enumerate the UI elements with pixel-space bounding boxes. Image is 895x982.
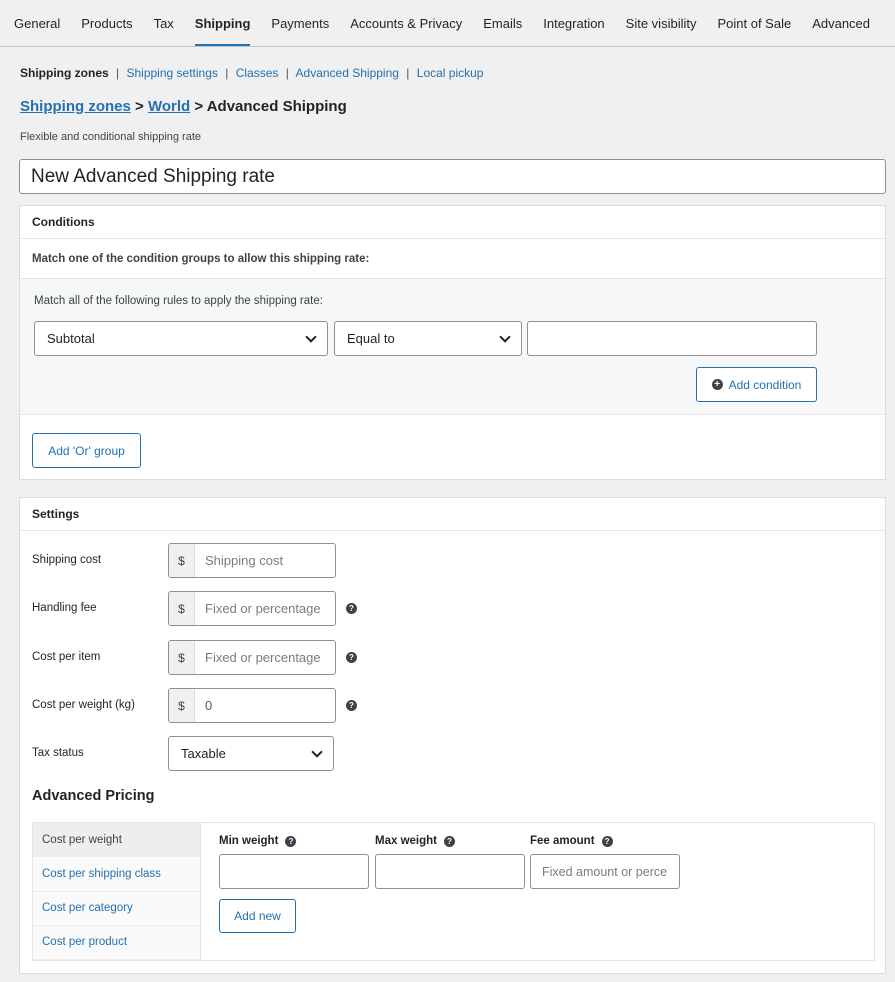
fee-amount-label: Fee amount bbox=[530, 835, 595, 847]
tab-accounts-privacy[interactable]: Accounts & Privacy bbox=[350, 0, 462, 46]
conditions-heading: Conditions bbox=[20, 206, 885, 239]
handling-fee-input[interactable]: $ Fixed or percentage bbox=[168, 591, 336, 626]
tab-cost-per-shipping-class[interactable]: Cost per shipping class bbox=[33, 857, 200, 892]
tab-site-visibility[interactable]: Site visibility bbox=[626, 0, 697, 46]
currency-prefix: $ bbox=[169, 641, 195, 674]
cost-per-item-input[interactable]: $ Fixed or percentage bbox=[168, 640, 336, 675]
tab-emails[interactable]: Emails bbox=[483, 0, 522, 46]
min-weight-label: Min weight bbox=[219, 835, 279, 847]
min-weight-header: Min weight ? bbox=[219, 835, 297, 847]
tab-integration[interactable]: Integration bbox=[543, 0, 604, 46]
rate-title-input[interactable] bbox=[19, 159, 886, 194]
add-condition-label: Add condition bbox=[728, 377, 802, 392]
add-new-button[interactable]: Add new bbox=[219, 899, 296, 933]
condition-value-input[interactable] bbox=[527, 321, 817, 356]
settings-panel: Settings Shipping cost $ Shipping cost H… bbox=[19, 497, 886, 974]
breadcrumb-shipping-zones[interactable]: Shipping zones bbox=[20, 98, 131, 115]
condition-group-label: Match all of the following rules to appl… bbox=[34, 295, 323, 307]
cost-per-weight-label: Cost per weight (kg) bbox=[32, 699, 135, 711]
condition-group: Match all of the following rules to appl… bbox=[20, 279, 885, 415]
subnav-local-pickup[interactable]: Local pickup bbox=[417, 66, 484, 80]
tax-status-label: Tax status bbox=[32, 747, 84, 759]
tab-shipping[interactable]: Shipping bbox=[194, 0, 251, 46]
condition-operator-select[interactable]: Equal to bbox=[334, 321, 522, 356]
max-weight-header: Max weight ? bbox=[375, 835, 455, 847]
subnav-classes[interactable]: Classes bbox=[236, 66, 279, 80]
chevron-down-icon bbox=[311, 745, 323, 758]
currency-prefix: $ bbox=[169, 689, 195, 722]
settings-tabs: General Products Tax Shipping Payments A… bbox=[0, 0, 895, 47]
cost-per-item-placeholder: Fixed or percentage bbox=[205, 650, 321, 665]
help-icon[interactable]: ? bbox=[285, 835, 297, 847]
advanced-pricing-heading: Advanced Pricing bbox=[32, 788, 155, 804]
subnav-shipping-zones[interactable]: Shipping zones bbox=[20, 66, 109, 80]
condition-field-select[interactable]: Subtotal bbox=[34, 321, 328, 356]
help-icon[interactable]: ? bbox=[346, 603, 357, 614]
currency-prefix: $ bbox=[169, 544, 195, 577]
breadcrumb-separator: > bbox=[130, 98, 148, 115]
page-description: Flexible and conditional shipping rate bbox=[20, 131, 202, 143]
conditions-panel: Conditions Match one of the condition gr… bbox=[19, 205, 886, 480]
tab-cost-per-category[interactable]: Cost per category bbox=[33, 892, 200, 926]
plus-circle-icon: + bbox=[711, 379, 723, 390]
subnav-separator: | bbox=[406, 66, 410, 80]
help-icon[interactable]: ? bbox=[346, 652, 357, 663]
advanced-pricing-tabs: Cost per weight Cost per shipping class … bbox=[33, 823, 201, 960]
tab-tax[interactable]: Tax bbox=[154, 0, 174, 46]
subnav-advanced-shipping[interactable]: Advanced Shipping bbox=[296, 66, 399, 80]
subnav-separator: | bbox=[116, 66, 120, 80]
shipping-cost-input[interactable]: $ Shipping cost bbox=[168, 543, 336, 578]
help-icon[interactable]: ? bbox=[601, 835, 613, 847]
tab-products[interactable]: Products bbox=[81, 0, 132, 46]
tab-cost-per-weight[interactable]: Cost per weight bbox=[33, 823, 200, 858]
handling-fee-placeholder: Fixed or percentage bbox=[205, 601, 321, 616]
tab-payments[interactable]: Payments bbox=[271, 0, 329, 46]
handling-fee-label: Handling fee bbox=[32, 602, 97, 614]
condition-operator-value: Equal to bbox=[347, 331, 395, 346]
tax-status-select[interactable]: Taxable bbox=[168, 736, 334, 771]
cost-per-weight-value: 0 bbox=[205, 698, 213, 713]
breadcrumb-current: Advanced Shipping bbox=[206, 98, 347, 115]
breadcrumb: Shipping zones > World > Advanced Shippi… bbox=[20, 98, 347, 115]
condition-field-value: Subtotal bbox=[47, 331, 95, 346]
shipping-cost-label: Shipping cost bbox=[32, 554, 102, 566]
tax-status-value: Taxable bbox=[181, 746, 226, 761]
tab-cost-per-product[interactable]: Cost per product bbox=[33, 926, 200, 960]
subnav-separator: | bbox=[225, 66, 229, 80]
conditions-match-text: Match one of the condition groups to all… bbox=[20, 239, 885, 279]
min-weight-input[interactable] bbox=[219, 854, 369, 889]
help-icon[interactable]: ? bbox=[443, 835, 455, 847]
breadcrumb-separator: > bbox=[190, 98, 207, 115]
advanced-pricing-box: Cost per weight Cost per shipping class … bbox=[32, 822, 875, 961]
max-weight-input[interactable] bbox=[375, 854, 525, 889]
shipping-cost-placeholder: Shipping cost bbox=[205, 553, 284, 568]
fee-amount-header: Fee amount ? bbox=[530, 835, 613, 847]
currency-prefix: $ bbox=[169, 592, 195, 625]
cost-per-weight-input[interactable]: $ 0 bbox=[168, 688, 336, 723]
add-or-group-button[interactable]: Add 'Or' group bbox=[32, 433, 141, 468]
cost-per-item-label: Cost per item bbox=[32, 651, 101, 663]
help-icon[interactable]: ? bbox=[346, 700, 357, 711]
max-weight-label: Max weight bbox=[375, 835, 437, 847]
tab-general[interactable]: General bbox=[14, 0, 60, 46]
breadcrumb-world[interactable]: World bbox=[148, 98, 190, 115]
subnav-shipping-settings[interactable]: Shipping settings bbox=[126, 66, 217, 80]
tab-advanced[interactable]: Advanced bbox=[812, 0, 870, 46]
chevron-down-icon bbox=[305, 330, 317, 343]
chevron-down-icon bbox=[499, 330, 511, 343]
tab-point-of-sale[interactable]: Point of Sale bbox=[717, 0, 791, 46]
add-condition-button[interactable]: + Add condition bbox=[696, 367, 817, 402]
shipping-subnav: Shipping zones | Shipping settings | Cla… bbox=[20, 66, 483, 80]
fee-amount-input[interactable]: Fixed amount or perce bbox=[530, 854, 680, 889]
subnav-separator: | bbox=[285, 66, 289, 80]
settings-heading: Settings bbox=[20, 498, 885, 531]
